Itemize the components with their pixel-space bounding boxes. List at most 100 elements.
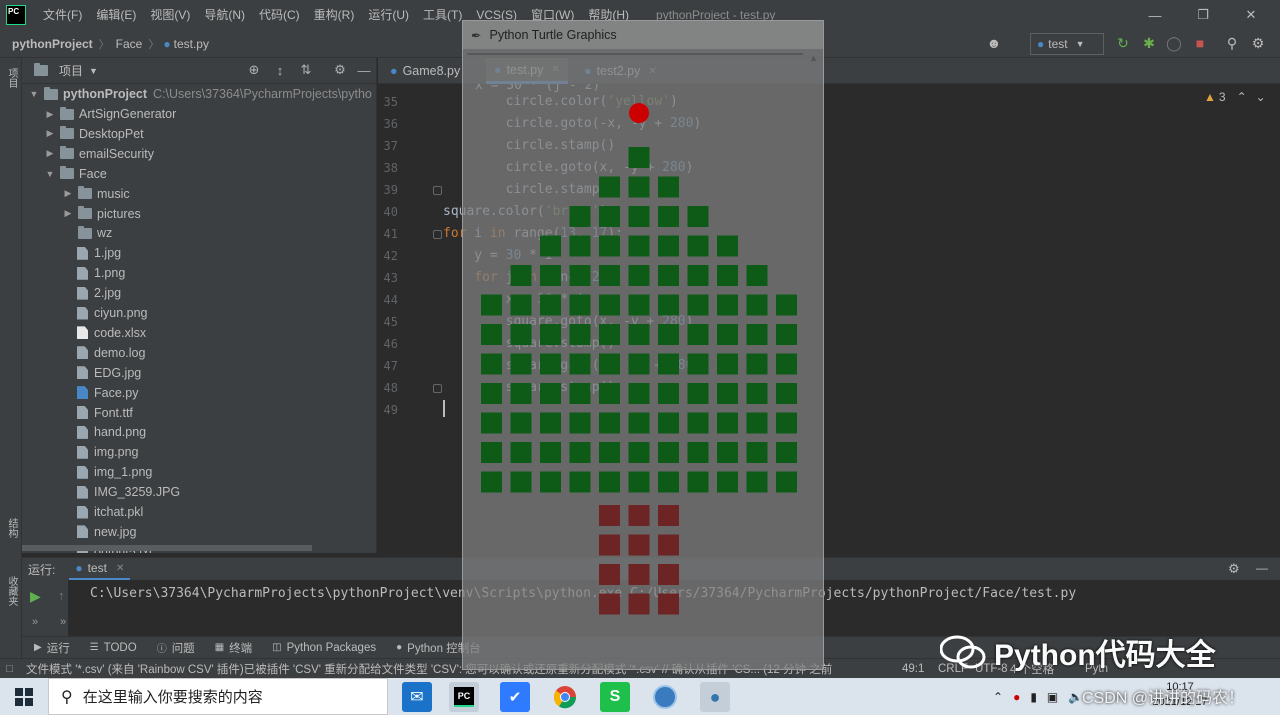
tree-item[interactable]: ▶ DesktopPet [44, 124, 144, 144]
terminal-tool-tab[interactable]: ▦ 终端 [215, 640, 252, 656]
run-configuration-select[interactable]: ● test ▼ [1030, 33, 1104, 55]
menu-item[interactable]: 导航(N) [197, 0, 252, 30]
tree-item[interactable]: ciyun.png [62, 303, 148, 323]
vertical-scrollbar[interactable]: ▲ [807, 53, 821, 633]
gear-icon[interactable]: ⚙ [1228, 561, 1240, 577]
mail-icon[interactable]: ✉ [402, 682, 432, 712]
turtle-graphics-window[interactable]: ✒ Python Turtle Graphics ▲ [462, 20, 824, 670]
maximize-icon[interactable]: ❐ [1180, 0, 1226, 30]
battery-icon[interactable]: ▮ [1030, 690, 1037, 704]
user-icon[interactable]: ☻ [985, 34, 1003, 52]
chevron-right-icon[interactable]: ▶ [62, 188, 74, 199]
tree-item[interactable]: ▶ pictures [62, 204, 141, 224]
warnings-indicator[interactable]: ▲ 3 ⌃ ⌄ [1204, 90, 1266, 104]
menu-item[interactable]: 编辑(E) [89, 0, 143, 30]
structure-tool-tab[interactable]: 结构 [3, 518, 19, 538]
editor-tab[interactable]: ● Game8.py [382, 58, 468, 84]
pycharm-taskbar-icon[interactable]: PC [449, 682, 479, 712]
run-tool-tab[interactable]: ▶ 运行 [34, 640, 70, 656]
tree-item[interactable]: itchat.pkl [62, 502, 143, 522]
feishu-icon[interactable]: ✔ [500, 682, 530, 712]
chevron-right-icon[interactable]: ▶ [44, 148, 56, 159]
chevron-right-icon[interactable]: ▶ [44, 109, 56, 120]
rerun-icon[interactable]: ↻ [1114, 34, 1132, 52]
menu-item[interactable]: 运行(U) [361, 0, 416, 30]
tree-item[interactable]: EDG.jpg [62, 363, 141, 383]
turtle-window-titlebar[interactable]: ✒ Python Turtle Graphics [463, 21, 823, 49]
arrow-up-icon[interactable]: ↑ [58, 588, 65, 603]
play-icon[interactable]: ▶ [30, 588, 41, 605]
browser-globe-icon[interactable] [650, 682, 680, 712]
tree-item[interactable]: wz [62, 223, 112, 243]
tree-item[interactable]: img.png [62, 442, 138, 462]
tree-item[interactable]: ▶ music [62, 184, 130, 204]
network-icon[interactable]: ▣ [1047, 690, 1058, 704]
tree-item[interactable]: 1.jpg [62, 243, 121, 263]
fold-marker-icon[interactable] [433, 384, 442, 393]
gear-icon[interactable]: ⚙ [332, 62, 348, 78]
hide-icon[interactable]: — [1256, 561, 1268, 575]
tree-item[interactable]: IMG_3259.JPG [62, 482, 180, 502]
project-panel-title[interactable]: 项目 [59, 62, 83, 79]
tree-item[interactable]: img_1.png [62, 462, 152, 482]
chrome-icon[interactable] [550, 682, 580, 712]
chevron-up-icon[interactable]: ⌃ [993, 690, 1003, 704]
project-tool-tab[interactable]: 项目 [3, 68, 19, 88]
problems-tool-tab[interactable]: ⓘ 问题 [157, 640, 195, 656]
menu-item[interactable]: 视图(V) [143, 0, 197, 30]
music-app-icon[interactable]: S [600, 682, 630, 712]
tree-item[interactable]: Font.ttf [62, 403, 133, 423]
tree-item[interactable]: ▼ Face [44, 164, 107, 184]
fold-marker-icon[interactable] [433, 186, 442, 195]
cursor-position[interactable]: 49:1 [902, 663, 924, 675]
todo-tool-tab[interactable]: ☰ TODO [90, 642, 137, 654]
menu-item[interactable]: 代码(C) [252, 0, 307, 30]
breadcrumb-folder[interactable]: Face [110, 37, 143, 51]
search-icon[interactable]: ⚲ [1223, 34, 1241, 52]
chevron-right-icon[interactable]: ▶ [62, 208, 74, 219]
expand-all-icon[interactable]: ↕ [272, 62, 288, 78]
tree-item[interactable]: ▶ emailSecurity [44, 144, 154, 164]
hide-icon[interactable]: — [356, 62, 372, 78]
tree-item[interactable]: 1.png [62, 263, 125, 283]
minimize-icon[interactable]: — [1132, 0, 1178, 30]
windows-start-icon[interactable] [0, 678, 48, 715]
tree-item[interactable]: new.jpg [62, 522, 136, 542]
settings-icon[interactable]: ⚙ [1249, 34, 1267, 52]
menu-item[interactable]: 重构(R) [307, 0, 362, 30]
volume-icon[interactable]: 🔈 [1068, 690, 1083, 704]
tree-item[interactable]: 2.jpg [62, 283, 121, 303]
tree-item[interactable]: code.xlsx [62, 323, 146, 343]
close-icon[interactable]: ✕ [1228, 0, 1274, 30]
python-taskbar-icon[interactable]: ● [700, 682, 730, 712]
chevron-down-icon[interactable]: ▼ [89, 66, 98, 76]
collapse-all-icon[interactable]: ⇅ [298, 62, 314, 78]
tree-item[interactable]: ▶ ArtSignGenerator [44, 104, 176, 124]
more-icon[interactable]: » [60, 616, 66, 628]
chevron-down-icon[interactable]: ▼ [44, 169, 56, 179]
locate-icon[interactable]: ⊕ [246, 62, 262, 78]
run-tab-test[interactable]: ● test ✕ [69, 558, 131, 580]
chevron-down-icon[interactable]: ⌄ [1256, 90, 1266, 104]
tree-item[interactable]: Face.py [62, 383, 138, 403]
tree-root[interactable]: ▼ pythonProject C:\Users\37364\PycharmPr… [28, 84, 372, 104]
close-icon[interactable]: ✕ [116, 563, 124, 574]
chevron-down-icon[interactable]: ▼ [28, 89, 40, 99]
chevron-up-icon[interactable]: ⌃ [1237, 90, 1247, 104]
qq-icon[interactable]: ● [1013, 690, 1020, 704]
coverage-icon[interactable]: ◯ [1165, 34, 1183, 52]
favorites-tool-tab[interactable]: 收藏夹 [3, 576, 19, 606]
debug-icon[interactable]: ✱ [1140, 34, 1158, 52]
layout-icon[interactable]: □ [6, 663, 13, 675]
python-packages-tool-tab[interactable]: ◫ Python Packages [272, 642, 376, 654]
scroll-up-icon[interactable]: ▲ [809, 53, 818, 63]
menu-item[interactable]: 文件(F) [36, 0, 89, 30]
breadcrumb-project[interactable]: pythonProject [0, 37, 93, 51]
taskbar-search-input[interactable]: ⚲ 在这里输入你要搜索的内容 [48, 678, 388, 715]
more-icon[interactable]: » [32, 616, 38, 628]
stop-icon[interactable]: ■ [1191, 34, 1209, 52]
horizontal-scrollbar[interactable] [22, 545, 312, 551]
chevron-right-icon[interactable]: ▶ [44, 128, 56, 139]
tree-item[interactable]: hand.png [62, 422, 146, 442]
breadcrumb-file[interactable]: test.py [171, 37, 209, 51]
